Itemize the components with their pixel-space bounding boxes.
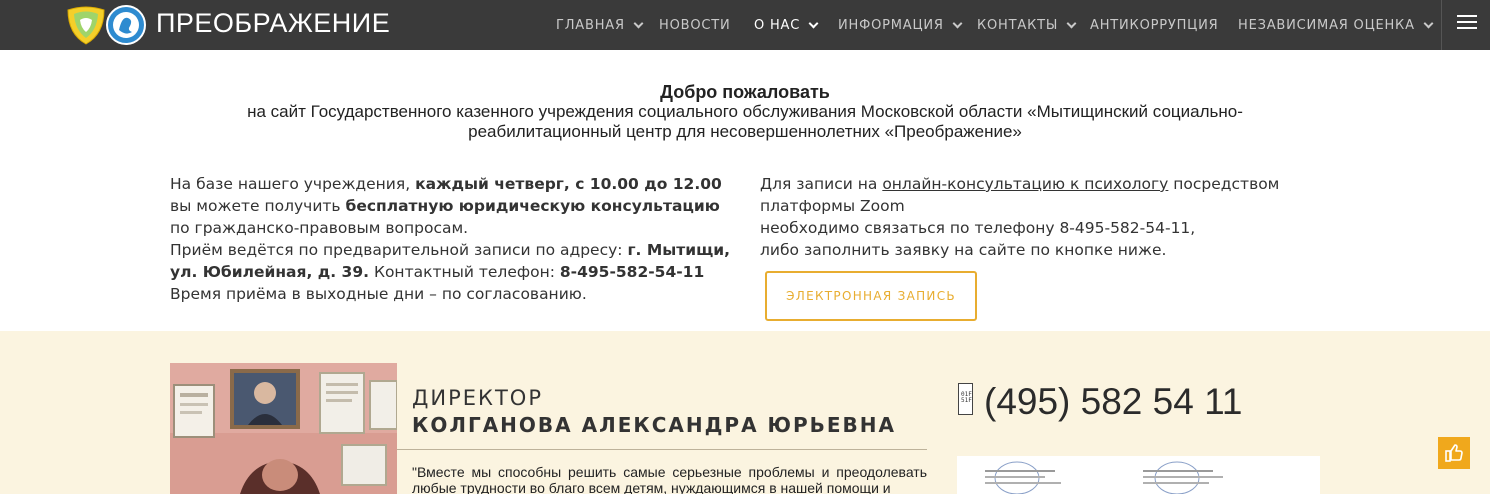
electronic-enrollment-button[interactable]: ЭЛЕКТРОННАЯ ЗАПИСЬ (765, 271, 977, 321)
chevron-down-icon (633, 18, 644, 29)
nav-about-label: О НАС (754, 18, 801, 33)
online-text: необходимо связаться по телефону 8-495-5… (760, 219, 1196, 237)
thumbs-up-icon[interactable] (1438, 437, 1470, 469)
chevron-down-icon (1066, 18, 1077, 29)
online-consultation-text: Для записи на онлайн-консультацию к псих… (760, 173, 1320, 261)
chevron-down-icon (808, 18, 819, 29)
hamburger-menu-icon[interactable] (1457, 15, 1477, 31)
nav-anticorruption[interactable]: АНТИКОРРУПЦИЯ (1090, 18, 1218, 33)
nav-contacts-label: КОНТАКТЫ (977, 18, 1059, 33)
legal-text: вы можете получить (170, 197, 346, 215)
nav-independent-assessment-label: НЕЗАВИСИМАЯ ОЦЕНКА (1238, 18, 1415, 33)
director-divider (397, 449, 927, 450)
nav-news-label: НОВОСТИ (659, 18, 731, 33)
license-document-image[interactable] (957, 456, 1320, 494)
phone-number[interactable]: (495) 582 54 11 (984, 381, 1243, 423)
legal-consultation-text: На базе нашего учреждения, каждый четвер… (170, 173, 740, 305)
legal-schedule: каждый четверг, с 10.00 до 12.00 (415, 175, 722, 193)
nav-news[interactable]: НОВОСТИ (659, 18, 731, 33)
welcome-block: Добро пожаловать на сайт Государственног… (0, 82, 1490, 142)
top-navbar: ПРЕОБРАЖЕНИЕ ГЛАВНАЯ НОВОСТИ О НАС ИНФОР… (0, 0, 1490, 50)
legal-text: по гражданско-правовым вопросам. (170, 219, 469, 237)
nav-anticorruption-label: АНТИКОРРУПЦИЯ (1090, 18, 1219, 33)
nav-independent-assessment[interactable]: НЕЗАВИСИМАЯ ОЦЕНКА (1238, 18, 1434, 33)
psychologist-consult-link[interactable]: онлайн-консультацию к психологу (882, 175, 1168, 193)
director-name: КОЛГАНОВА АЛЕКСАНДРА ЮРЬЕВНА (412, 413, 897, 437)
chevron-down-icon (1423, 18, 1434, 29)
online-text: Для записи на (760, 175, 883, 193)
chevron-down-icon (952, 18, 963, 29)
phone-icon: 01F 51F (958, 383, 973, 415)
nav-home-label: ГЛАВНАЯ (556, 18, 625, 33)
director-photo (170, 363, 397, 494)
legal-text: На базе нашего учреждения, (170, 175, 416, 193)
nav-divider (1441, 0, 1442, 50)
legal-free-consult: бесплатную юридическую консультацию (345, 197, 720, 215)
welcome-title: Добро пожаловать (660, 82, 830, 102)
director-quote: "Вместе мы способны решить самые серьезн… (412, 464, 927, 494)
director-role: ДИРЕКТОР (412, 386, 543, 410)
welcome-subtitle: на сайт Государственного казенного учреж… (247, 102, 1243, 141)
legal-weekend-note: Время приёма в выходные дни – по согласо… (170, 285, 587, 303)
nav-home[interactable]: ГЛАВНАЯ (556, 18, 644, 33)
nav-info[interactable]: ИНФОРМАЦИЯ (838, 18, 963, 33)
nav-info-label: ИНФОРМАЦИЯ (838, 18, 944, 33)
legal-phone: 8-495-582-54-11 (559, 263, 705, 281)
online-text: либо заполнить заявку на сайте по кнопке… (760, 241, 1167, 259)
nav-about[interactable]: О НАС (754, 18, 819, 33)
legal-text: Приём ведётся по предварительной записи … (170, 241, 628, 259)
legal-text: Контактный телефон: (369, 263, 560, 281)
brand-title[interactable]: ПРЕОБРАЖЕНИЕ (156, 8, 390, 39)
nav-contacts[interactable]: КОНТАКТЫ (977, 18, 1077, 33)
logo[interactable] (66, 4, 146, 46)
